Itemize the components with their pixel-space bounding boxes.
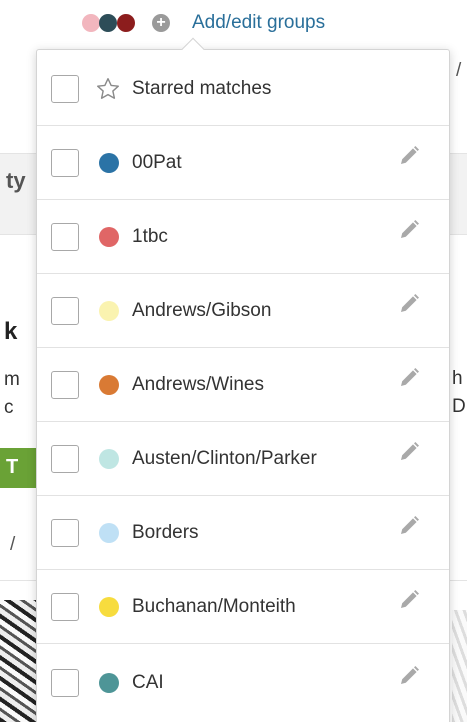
star-outline-icon <box>97 77 119 99</box>
group-item-1tbc[interactable]: 1tbc <box>37 200 449 274</box>
group-item-austen-clinton-parker[interactable]: Austen/Clinton/Parker <box>37 422 449 496</box>
pencil-icon[interactable] <box>397 588 421 612</box>
page: ty / k m c h D T / + Add/edit groups Sta… <box>0 0 467 722</box>
pencil-icon[interactable] <box>397 440 421 464</box>
group-label: 1tbc <box>132 225 168 247</box>
group-checkbox[interactable] <box>51 518 79 547</box>
pencil-icon[interactable] <box>397 144 421 168</box>
group-item-andrews-gibson[interactable]: Andrews/Gibson <box>37 274 449 348</box>
background-green-badge[interactable]: T <box>0 448 40 488</box>
group-checkbox[interactable] <box>51 296 79 325</box>
group-item-andrews-wines[interactable]: Andrews/Wines <box>37 348 449 422</box>
starred-matches-checkbox[interactable] <box>51 74 79 103</box>
group-checkbox[interactable] <box>51 592 79 621</box>
group-checkbox[interactable] <box>51 444 79 473</box>
background-text-fragment: m <box>4 369 20 390</box>
add-edit-groups-link[interactable]: Add/edit groups <box>192 12 325 34</box>
groups-dropdown: Starred matches 00Pat 1tbc Andrews/Gibso… <box>36 37 450 722</box>
pencil-icon[interactable] <box>397 514 421 538</box>
starred-matches-label: Starred matches <box>132 77 272 99</box>
group-label: Andrews/Gibson <box>132 299 272 321</box>
group-checkbox[interactable] <box>51 148 79 177</box>
group-label: 00Pat <box>132 151 182 173</box>
group-color-swatch <box>99 374 119 395</box>
group-color-dot <box>117 14 135 32</box>
group-color-swatch <box>99 673 119 693</box>
pencil-icon[interactable] <box>397 366 421 390</box>
group-color-swatch <box>99 596 119 617</box>
pencil-icon[interactable] <box>397 664 421 688</box>
background-text-fragment: h <box>452 368 463 389</box>
selected-groups-dots[interactable]: + <box>82 12 170 34</box>
background-photo <box>0 600 40 722</box>
group-checkbox[interactable] <box>51 222 79 251</box>
group-label: Borders <box>132 521 199 543</box>
group-color-dot <box>82 14 100 32</box>
group-color-dot <box>99 14 117 32</box>
background-text-fragment: / <box>456 60 462 81</box>
background-text-fragment: D <box>452 396 466 417</box>
group-color-swatch <box>99 300 119 321</box>
pencil-icon[interactable] <box>397 218 421 242</box>
group-item-00pat[interactable]: 00Pat <box>37 126 449 200</box>
group-item-cai[interactable]: CAI <box>37 646 449 720</box>
groups-header: + Add/edit groups <box>82 10 325 36</box>
group-item-buchanan-monteith[interactable]: Buchanan/Monteith <box>37 570 449 644</box>
group-label: Buchanan/Monteith <box>132 595 296 617</box>
group-label: CAI <box>132 672 164 693</box>
group-color-swatch <box>99 152 119 173</box>
group-color-swatch <box>99 226 119 247</box>
background-text-fragment: / <box>10 534 16 555</box>
background-heading-fragment: ty <box>6 168 26 193</box>
group-label: Andrews/Wines <box>132 373 264 395</box>
background-title-fragment: k <box>4 318 18 345</box>
background-photo <box>452 610 467 722</box>
group-item-borders[interactable]: Borders <box>37 496 449 570</box>
plus-circle-icon[interactable]: + <box>152 14 170 32</box>
pencil-icon[interactable] <box>397 292 421 316</box>
background-text-fragment: c <box>4 397 14 418</box>
starred-matches-item[interactable]: Starred matches <box>37 52 449 126</box>
group-color-swatch <box>99 448 119 469</box>
group-color-swatch <box>99 522 119 543</box>
group-checkbox[interactable] <box>51 370 79 399</box>
group-label: Austen/Clinton/Parker <box>132 447 317 469</box>
group-checkbox[interactable] <box>51 669 79 697</box>
